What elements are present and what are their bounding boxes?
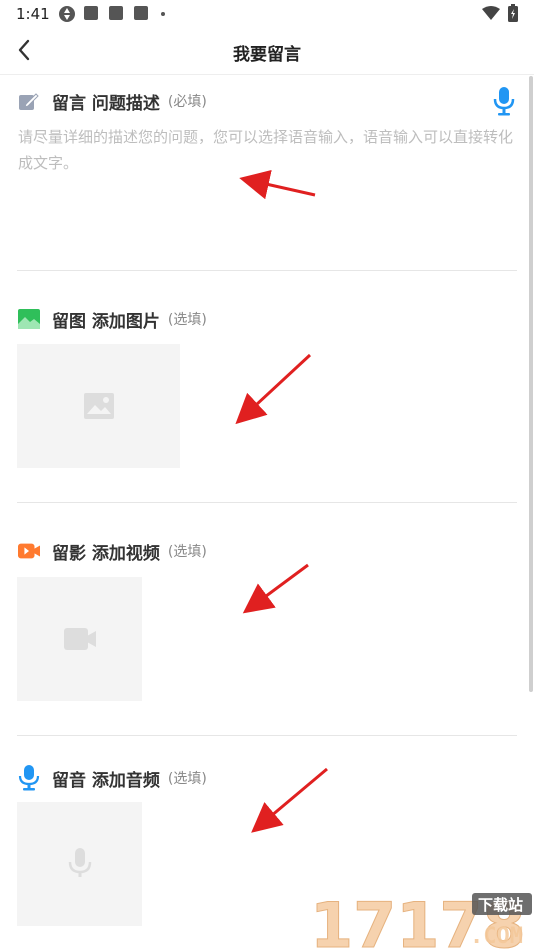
image-section-header: 留图 添加图片 (选填) [18,306,207,332]
status-time: 1:41 [16,5,50,23]
app-bar: 我要留言 [0,28,534,75]
annotation-arrow [235,353,312,425]
microphone-icon [18,765,40,791]
audio-section-header: 留音 添加音频 (选填) [18,765,207,791]
page-title: 我要留言 [233,45,301,65]
annotation-arrow [251,767,328,833]
more-notifications-dot [161,12,165,16]
annotation-arrow [242,563,309,614]
video-section-header: 留影 添加视频 (选填) [18,538,207,564]
required-tag: (必填) [167,94,207,110]
video-section-label: 留影 添加视频 [52,543,160,564]
annotation-arrow [239,169,316,200]
optional-tag: (选填) [167,312,207,328]
message-section-header: 留言 问题描述 (必填) [18,88,207,114]
message-textarea[interactable]: 请尽量详细的描述您的问题，您可以选择语音输入，语音输入可以直接转化成文字。 [18,124,518,176]
optional-tag: (选填) [167,771,207,787]
watermark-logo: 17178 下载站 .COM [310,889,532,950]
wifi-icon [482,6,500,20]
section-divider [17,502,517,503]
status-bar: 1:41 [0,0,534,28]
image-icon [18,308,40,330]
image-section-label: 留图 添加图片 [52,311,160,332]
scrollbar[interactable] [529,76,533,692]
battery-icon [508,4,518,22]
section-divider [17,270,517,271]
microphone-placeholder-icon [68,848,91,877]
watermark-badge: 下载站 [478,896,523,914]
optional-tag: (选填) [167,544,207,560]
add-image-button[interactable] [17,344,180,468]
add-audio-button[interactable] [17,802,142,926]
add-video-button[interactable] [17,577,142,701]
video-placeholder-icon [63,628,96,650]
edit-icon [18,90,40,112]
sync-icon [59,6,75,22]
audio-section-label: 留音 添加音频 [52,770,160,791]
notification-icon [134,6,148,20]
message-section-label: 留言 问题描述 [52,93,160,114]
video-icon [18,540,40,562]
notification-icon [84,6,98,20]
notification-icon [109,6,123,20]
image-placeholder-icon [83,393,114,419]
watermark-domain: .COM [470,924,523,949]
voice-input-mic-icon[interactable] [490,86,518,116]
section-divider [17,735,517,736]
